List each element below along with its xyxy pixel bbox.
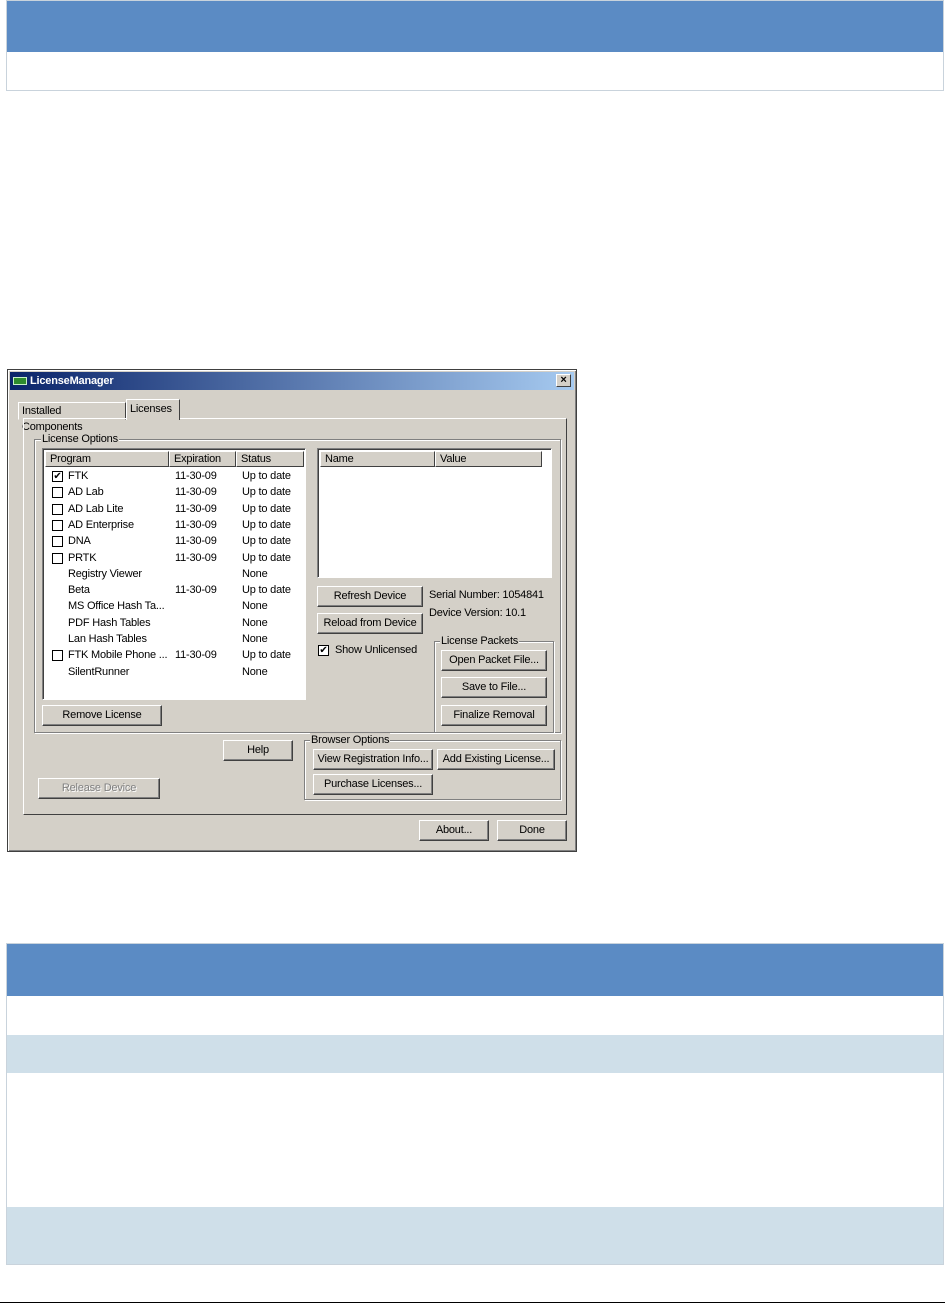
table-row[interactable]: AD Lab Lite 11-30-09 Up to date [45, 501, 303, 517]
save-to-file-button[interactable]: Save to File... [441, 677, 547, 698]
license-status: Up to date [242, 584, 291, 597]
program-name: SilentRunner [68, 665, 130, 678]
bottom-table [6, 943, 944, 1265]
open-packet-file-button[interactable]: Open Packet File... [441, 650, 547, 671]
table-row[interactable]: SilentRunner None [45, 664, 303, 680]
window-title: LicenseManager [30, 375, 114, 387]
purchase-licenses-button[interactable]: Purchase Licenses... [313, 774, 433, 795]
license-status: Up to date [242, 486, 291, 499]
licenses-tab-panel: License Options Program Expiration Statu… [23, 418, 567, 815]
table-row [7, 996, 943, 1035]
refresh-device-button[interactable]: Refresh Device [317, 586, 423, 607]
license-status: None [242, 665, 268, 678]
view-registration-info-button[interactable]: View Registration Info... [313, 749, 433, 770]
table-row[interactable]: Lan Hash Tables None [45, 631, 303, 647]
license-status: None [242, 616, 268, 629]
table-row[interactable]: Registry Viewer None [45, 566, 303, 582]
license-status: Up to date [242, 518, 291, 531]
show-unlicensed-label: Show Unlicensed [335, 644, 417, 656]
table-row[interactable]: DNA 11-30-09 Up to date [45, 533, 303, 549]
license-packets-title: License Packets [440, 634, 520, 648]
program-name: AD Enterprise [68, 518, 134, 531]
expiration-date: 11-30-09 [175, 649, 217, 662]
app-icon [13, 377, 27, 385]
show-unlicensed-check[interactable]: ✔ [318, 645, 329, 656]
details-list[interactable]: Name Value [317, 448, 552, 578]
license-status: Up to date [242, 502, 291, 515]
release-device-button[interactable]: Release Device [38, 778, 160, 799]
program-name: Registry Viewer [68, 567, 142, 580]
license-status: None [242, 600, 268, 613]
license-manager-dialog: LicenseManager × Installed Components Li… [7, 369, 577, 852]
tab-licenses[interactable]: Licenses [126, 399, 180, 420]
table-row[interactable]: FTK Mobile Phone ... 11-30-09 Up to date [45, 647, 303, 663]
finalize-removal-button[interactable]: Finalize Removal [441, 705, 547, 726]
program-name: PRTK [68, 551, 97, 564]
program-list[interactable]: Program Expiration Status ✔ FTK 11-30-09 Up… [42, 448, 306, 700]
row-checkbox[interactable] [52, 487, 63, 499]
about-button[interactable]: About... [419, 820, 489, 841]
program-name: DNA [68, 535, 91, 548]
expiration-date: 11-30-09 [175, 551, 217, 564]
program-name: FTK [68, 470, 89, 482]
row-checkbox[interactable] [52, 519, 63, 531]
top-table-header [7, 1, 943, 52]
license-status: Up to date [242, 649, 291, 662]
remove-license-button[interactable]: Remove License [42, 705, 162, 726]
row-checkbox[interactable] [52, 552, 63, 564]
expiration-date: 11-30-09 [175, 470, 217, 482]
bottom-table-header [7, 944, 943, 996]
device-version: Device Version: 10.1 [429, 607, 526, 619]
table-row [7, 1035, 943, 1073]
license-status: None [242, 633, 268, 645]
expiration-date: 11-30-09 [175, 584, 217, 597]
table-row[interactable]: PRTK 11-30-09 Up to date [45, 550, 303, 566]
serial-number: Serial Number: 1054841 [429, 589, 544, 601]
help-button[interactable]: Help [223, 740, 293, 761]
expiration-date: 11-30-09 [175, 518, 217, 531]
expiration-date: 11-30-09 [175, 502, 217, 515]
title-bar[interactable]: LicenseManager × [10, 372, 574, 390]
program-name: AD Lab [68, 486, 104, 499]
program-name: Lan Hash Tables [68, 633, 147, 645]
table-row[interactable]: PDF Hash Tables None [45, 615, 303, 631]
table-row[interactable]: MS Office Hash Ta... None [45, 598, 303, 614]
table-row[interactable]: ✔ FTK 11-30-09 Up to date [45, 468, 303, 484]
table-row [7, 1207, 943, 1264]
table-row[interactable]: AD Enterprise 11-30-09 Up to date [45, 517, 303, 533]
license-status: Up to date [242, 470, 291, 482]
top-table [6, 0, 944, 91]
table-row [7, 1073, 943, 1207]
row-checkbox[interactable]: ✔ [52, 471, 63, 482]
reload-from-device-button[interactable]: Reload from Device [317, 613, 423, 634]
program-name: Beta [68, 584, 90, 597]
license-status: Up to date [242, 551, 291, 564]
license-status: Up to date [242, 535, 291, 548]
add-existing-license-button[interactable]: Add Existing License... [437, 749, 555, 770]
column-expiration[interactable]: Expiration [169, 451, 236, 467]
row-checkbox[interactable] [52, 536, 63, 548]
license-options-title: License Options [41, 432, 119, 446]
column-name[interactable]: Name [320, 451, 435, 467]
table-row[interactable]: Beta 11-30-09 Up to date [45, 582, 303, 598]
row-checkbox[interactable] [52, 650, 63, 662]
browser-options-title: Browser Options [310, 733, 391, 747]
program-name: FTK Mobile Phone ... [68, 649, 168, 662]
row-checkbox[interactable] [52, 503, 63, 515]
program-name: PDF Hash Tables [68, 616, 151, 629]
expiration-date: 11-30-09 [175, 486, 217, 499]
column-value[interactable]: Value [435, 451, 542, 467]
tab-licenses-label: Licenses [130, 403, 172, 415]
program-name: AD Lab Lite [68, 502, 124, 515]
expiration-date: 11-30-09 [175, 535, 217, 548]
close-icon[interactable]: × [556, 374, 571, 387]
column-program[interactable]: Program [45, 451, 169, 467]
done-button[interactable]: Done [497, 820, 567, 841]
license-status: None [242, 567, 268, 580]
table-row[interactable]: AD Lab 11-30-09 Up to date [45, 484, 303, 500]
column-status[interactable]: Status [236, 451, 304, 467]
program-name: MS Office Hash Ta... [68, 600, 165, 613]
